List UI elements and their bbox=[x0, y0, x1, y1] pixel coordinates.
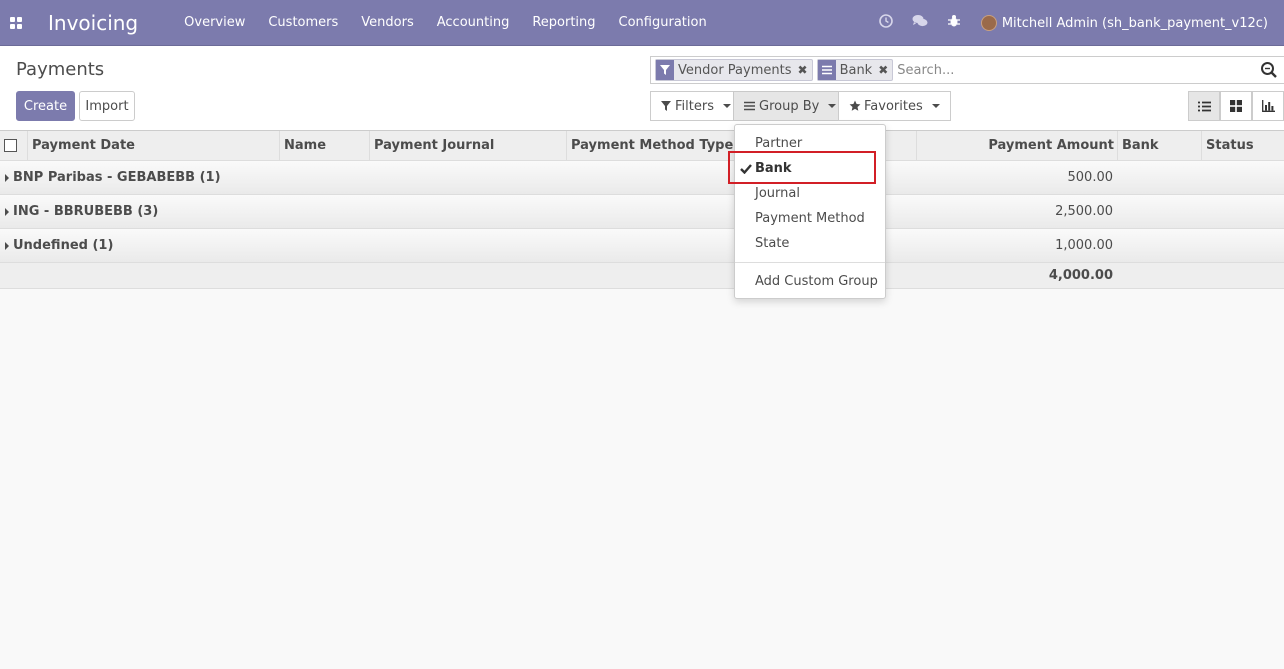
control-panel: Payments Create Import Vendor Payments ✖… bbox=[0, 46, 1284, 131]
menu-accounting[interactable]: Accounting bbox=[437, 15, 510, 30]
option-label: Bank bbox=[755, 161, 792, 176]
caret-down-icon bbox=[931, 104, 940, 108]
graph-view-icon[interactable] bbox=[1252, 91, 1284, 121]
groupby-label: Group By bbox=[759, 98, 820, 114]
search-bar: Vendor Payments ✖ Bank ✖ bbox=[650, 56, 1284, 84]
group-title: Undefined (1) bbox=[13, 238, 114, 253]
menu-configuration[interactable]: Configuration bbox=[619, 15, 707, 30]
total-amount: 4,000.00 bbox=[1048, 268, 1113, 283]
groupby-option-journal[interactable]: Journal bbox=[735, 181, 885, 206]
app-brand[interactable]: Invoicing bbox=[48, 11, 138, 35]
menu-overview[interactable]: Overview bbox=[184, 15, 245, 30]
group-title: ING - BBRUBEBB (3) bbox=[13, 204, 159, 219]
table-header: Payment Date Name Payment Journal Paymen… bbox=[0, 131, 1284, 161]
group-amount: 1,000.00 bbox=[1055, 238, 1113, 253]
menu-vendors[interactable]: Vendors bbox=[361, 15, 413, 30]
groupby-option-payment-method[interactable]: Payment Method bbox=[735, 206, 885, 231]
caret-down-icon bbox=[828, 104, 837, 108]
facet-label: Bank bbox=[839, 62, 873, 78]
group-title: BNP Paribas - GEBABEBB (1) bbox=[13, 170, 221, 185]
check-icon bbox=[740, 156, 752, 183]
favorites-label: Favorites bbox=[864, 98, 923, 114]
col-name[interactable]: Name bbox=[279, 131, 369, 161]
groupby-icon bbox=[817, 60, 836, 80]
apps-menu-icon[interactable] bbox=[0, 0, 32, 46]
groupby-option-partner[interactable]: Partner bbox=[735, 131, 885, 156]
groupby-button[interactable]: Group By bbox=[733, 91, 848, 121]
col-bank[interactable]: Bank bbox=[1117, 131, 1201, 161]
search-facet-groupby: Bank ✖ bbox=[816, 59, 894, 81]
create-button[interactable]: Create bbox=[16, 91, 75, 121]
menu-reporting[interactable]: Reporting bbox=[532, 15, 595, 30]
filters-button[interactable]: Filters bbox=[650, 91, 742, 121]
group-row[interactable]: ING - BBRUBEBB (3) 2,500.00 bbox=[0, 195, 1284, 229]
group-amount: 2,500.00 bbox=[1055, 204, 1113, 219]
star-icon bbox=[849, 100, 861, 111]
clock-icon[interactable] bbox=[869, 14, 903, 32]
search-icon[interactable] bbox=[1260, 61, 1278, 79]
option-label: Payment Method bbox=[755, 211, 865, 226]
chat-icon[interactable] bbox=[903, 14, 937, 32]
total-row: 4,000.00 bbox=[0, 263, 1284, 289]
page-title: Payments bbox=[16, 59, 105, 80]
user-menu[interactable]: Mitchell Admin (sh_bank_payment_v12c) bbox=[1002, 16, 1268, 31]
top-navbar: Invoicing Overview Customers Vendors Acc… bbox=[0, 0, 1284, 46]
caret-down-icon bbox=[722, 104, 731, 108]
option-label: Partner bbox=[755, 136, 803, 151]
user-avatar[interactable] bbox=[980, 15, 997, 31]
bug-icon[interactable] bbox=[937, 14, 971, 32]
caret-right-icon bbox=[5, 208, 9, 216]
search-facet-filter: Vendor Payments ✖ bbox=[655, 59, 813, 81]
option-label: Journal bbox=[755, 186, 800, 201]
remove-facet-icon[interactable]: ✖ bbox=[798, 63, 808, 77]
filter-icon bbox=[661, 101, 671, 111]
list-view-icon[interactable] bbox=[1188, 91, 1220, 121]
kanban-view-icon[interactable] bbox=[1220, 91, 1252, 121]
groupby-option-state[interactable]: State bbox=[735, 231, 885, 256]
divider bbox=[735, 262, 885, 263]
filters-label: Filters bbox=[675, 98, 714, 114]
import-button[interactable]: Import bbox=[79, 91, 135, 121]
search-input[interactable] bbox=[897, 62, 1258, 78]
groupby-option-bank[interactable]: Bank bbox=[735, 156, 885, 181]
col-payment-amount[interactable]: Payment Amount bbox=[916, 131, 1118, 161]
add-custom-group[interactable]: Add Custom Group bbox=[735, 269, 885, 294]
filter-icon bbox=[656, 60, 674, 80]
menu-customers[interactable]: Customers bbox=[268, 15, 338, 30]
view-switcher bbox=[1188, 91, 1284, 121]
payments-list: Payment Date Name Payment Journal Paymen… bbox=[0, 131, 1284, 289]
col-status[interactable]: Status bbox=[1201, 131, 1284, 161]
col-payment-journal[interactable]: Payment Journal bbox=[369, 131, 566, 161]
select-all-checkbox[interactable] bbox=[4, 139, 17, 152]
col-payment-date[interactable]: Payment Date bbox=[27, 131, 280, 161]
groupby-icon bbox=[744, 101, 755, 111]
caret-right-icon bbox=[5, 174, 9, 182]
favorites-button[interactable]: Favorites bbox=[838, 91, 951, 121]
group-amount: 500.00 bbox=[1067, 170, 1114, 185]
group-row[interactable]: BNP Paribas - GEBABEBB (1) 500.00 bbox=[0, 161, 1284, 195]
group-row[interactable]: Undefined (1) 1,000.00 bbox=[0, 229, 1284, 263]
facet-label: Vendor Payments bbox=[678, 62, 792, 78]
option-label: State bbox=[755, 236, 790, 251]
remove-facet-icon[interactable]: ✖ bbox=[878, 63, 888, 77]
groupby-dropdown: Partner Bank Journal Payment Method Stat… bbox=[734, 124, 886, 299]
caret-right-icon bbox=[5, 242, 9, 250]
